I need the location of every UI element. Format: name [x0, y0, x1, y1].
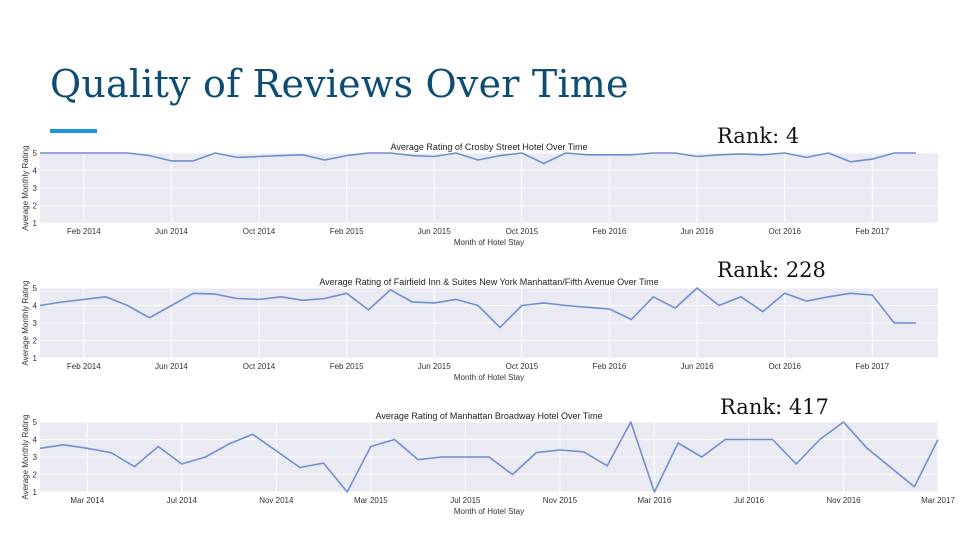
x-tick-label: Oct 2016 — [768, 227, 801, 236]
x-tick-label: Feb 2017 — [855, 227, 889, 236]
chart-crosby-street-hotel: 1 2 3 4 5 Feb 2014 Jun 2014 Oct 2014 Feb 2015 Jun… — [21, 142, 938, 247]
chart-fairfield-inn: 1 2 3 4 5 Feb 2014 Jun 2014 Oct 2014 Feb 2015 Jun… — [21, 277, 938, 382]
x-axis-label: Month of Hotel Stay — [454, 373, 524, 382]
y-tick-label: 5 — [33, 418, 38, 427]
x-tick-label: Oct 2014 — [243, 362, 276, 371]
y-tick-label: 3 — [33, 453, 38, 462]
y-tick-label: 1 — [33, 488, 38, 497]
chart-title: Average Rating of Fairfield Inn & Suites… — [319, 277, 658, 287]
x-tick-label: Feb 2016 — [593, 227, 627, 236]
x-tick-label: Oct 2015 — [506, 227, 539, 236]
x-tick-label: Jun 2015 — [418, 227, 451, 236]
x-tick-label: Jun 2014 — [155, 362, 188, 371]
y-tick-label: 3 — [33, 319, 38, 328]
x-tick-label: Feb 2015 — [330, 362, 364, 371]
chart-manhattan-broadway-hotel: 1 2 3 4 5 Mar 2014 Jul 2014 Nov 2014 Mar 2015 Jul… — [21, 411, 955, 516]
x-tick-label: Feb 2017 — [855, 362, 889, 371]
y-tick-label: 1 — [33, 219, 38, 228]
chart-title: Average Rating of Crosby Street Hotel Ov… — [391, 142, 588, 152]
x-tick-label: Jun 2015 — [418, 362, 451, 371]
x-tick-label: Nov 2015 — [543, 496, 578, 505]
y-axis-label: Average Monthly Rating — [21, 280, 30, 365]
y-tick-label: 5 — [33, 284, 38, 293]
x-tick-label: Oct 2016 — [768, 362, 801, 371]
x-tick-label: Jul 2016 — [734, 496, 765, 505]
x-axis-label: Month of Hotel Stay — [454, 507, 524, 516]
x-tick-label: Mar 2016 — [638, 496, 672, 505]
x-tick-label: Nov 2014 — [259, 496, 294, 505]
x-tick-label: Jul 2015 — [450, 496, 481, 505]
chart-title: Average Rating of Manhattan Broadway Hot… — [376, 411, 603, 421]
y-tick-label: 4 — [33, 302, 38, 311]
x-tick-label: Oct 2014 — [243, 227, 276, 236]
y-tick-label: 2 — [33, 471, 38, 480]
x-tick-label: Feb 2015 — [330, 227, 364, 236]
y-tick-label: 2 — [33, 202, 38, 211]
page-title: Quality of Reviews Over Time — [50, 62, 629, 106]
x-tick-label: Jul 2014 — [167, 496, 198, 505]
y-tick-label: 5 — [33, 149, 38, 158]
y-tick-label: 3 — [33, 184, 38, 193]
y-tick-label: 4 — [33, 167, 38, 176]
y-tick-label: 1 — [33, 354, 38, 363]
y-axis-label: Average Monthly Rating — [21, 145, 30, 230]
x-tick-label: Jun 2014 — [155, 227, 188, 236]
y-axis-label: Average Monthly Rating — [21, 414, 30, 499]
y-tick-label: 4 — [33, 436, 38, 445]
x-tick-label: Feb 2014 — [67, 227, 101, 236]
x-tick-label: Feb 2016 — [593, 362, 627, 371]
x-tick-label: Mar 2014 — [70, 496, 104, 505]
x-tick-label: Jun 2016 — [681, 227, 714, 236]
x-tick-label: Mar 2015 — [354, 496, 388, 505]
title-accent-bar — [50, 129, 97, 133]
x-tick-label: Mar 2017 — [921, 496, 955, 505]
x-tick-label: Nov 2016 — [826, 496, 861, 505]
y-tick-label: 2 — [33, 337, 38, 346]
x-tick-label: Feb 2014 — [67, 362, 101, 371]
x-tick-label: Oct 2015 — [506, 362, 539, 371]
x-axis-label: Month of Hotel Stay — [454, 238, 524, 247]
x-tick-label: Jun 2016 — [681, 362, 714, 371]
